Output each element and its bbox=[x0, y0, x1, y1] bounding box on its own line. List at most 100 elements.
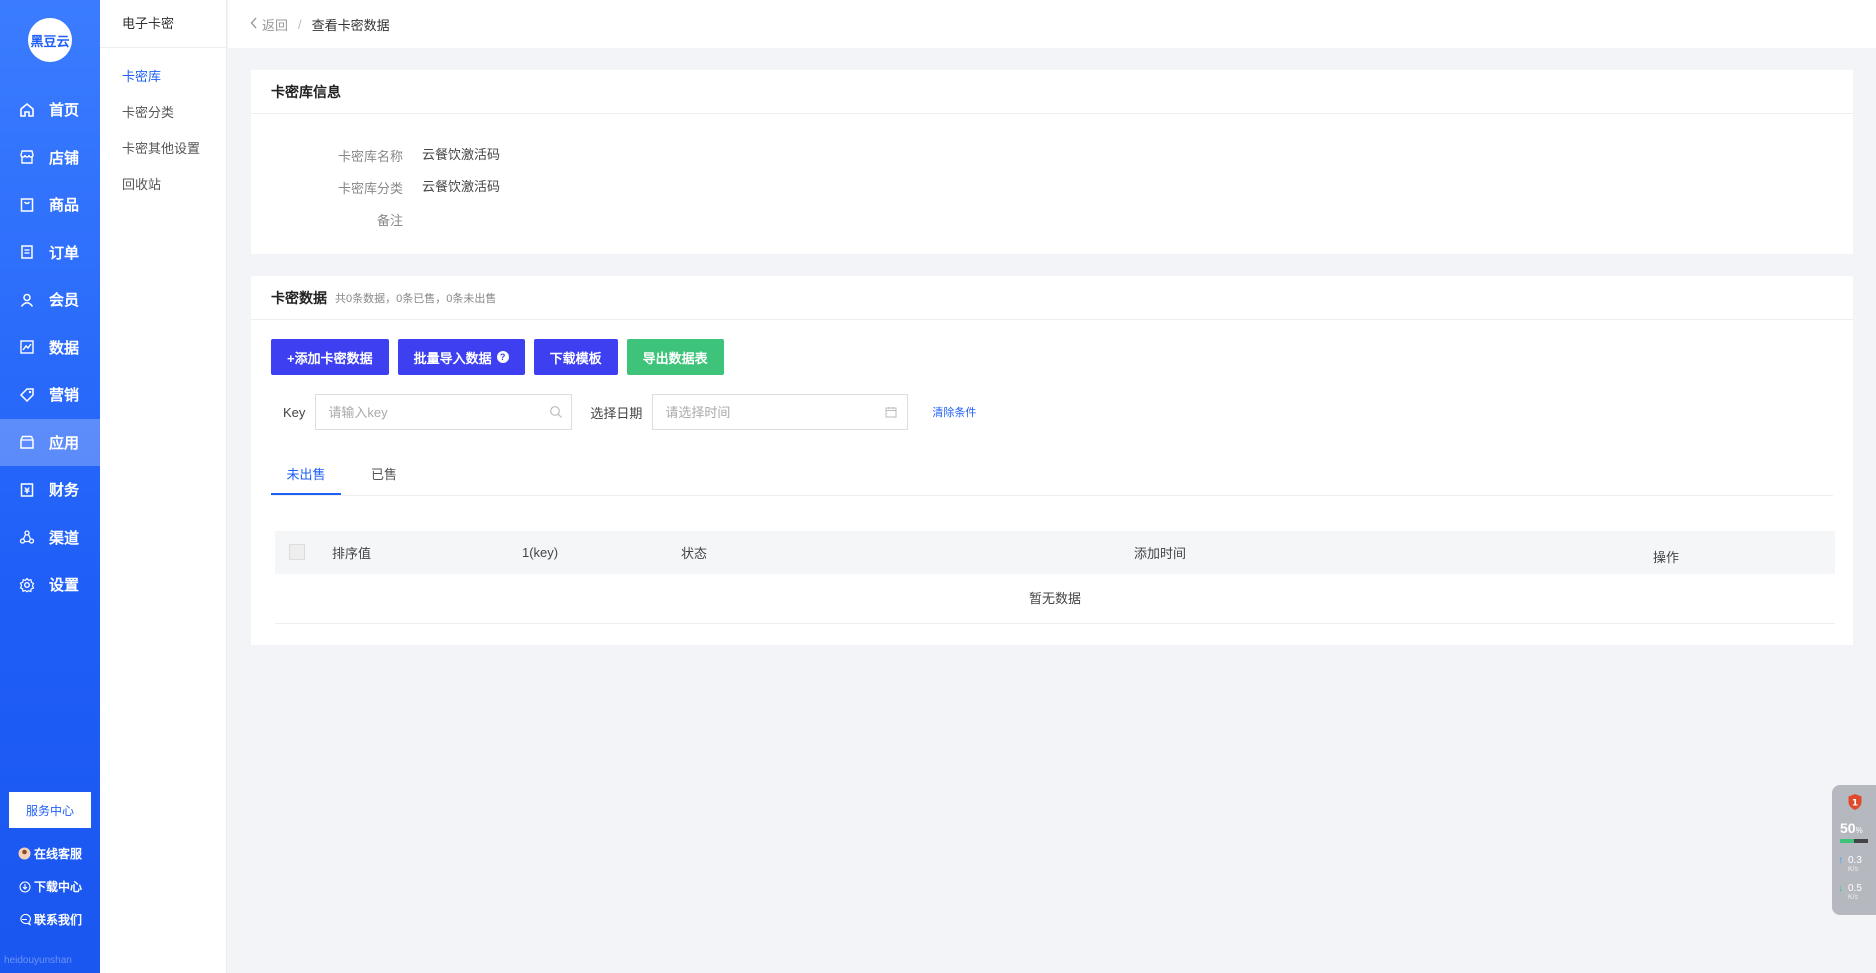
nav-label: 首页 bbox=[49, 102, 80, 120]
cpu-percent-value: 50 bbox=[1840, 820, 1856, 836]
upload-speed-unit: K/s bbox=[1848, 866, 1859, 873]
arrow-down-icon: ↓ bbox=[1838, 883, 1843, 894]
nav-label: 订单 bbox=[49, 244, 80, 262]
shield-icon: 1 bbox=[1847, 793, 1863, 811]
filter-bar: Key 选择日期 清除条件 bbox=[283, 394, 976, 430]
batch-import-label: 批量导入数据 bbox=[413, 350, 492, 366]
main-nav: 首页 店铺 商品 订单 会员 数据 营销 应用 ¥ 财务 渠道 设置 bbox=[0, 86, 100, 609]
info-label: 卡密库分类 bbox=[337, 181, 403, 196]
data-summary: 共0条数据，0条已售，0条未出售 bbox=[335, 292, 497, 305]
download-template-button[interactable]: 下载模板 bbox=[533, 339, 618, 375]
nav-item-goods[interactable]: 商品 bbox=[0, 181, 100, 229]
usage-bar-fill bbox=[1840, 839, 1854, 843]
download-center-link[interactable]: 下载中心 bbox=[18, 878, 82, 895]
nav-label: 营销 bbox=[49, 387, 80, 405]
back-link[interactable]: 返回 bbox=[250, 15, 288, 34]
usage-bar bbox=[1840, 839, 1868, 843]
subnav-item-card-library[interactable]: 卡密库 bbox=[100, 59, 226, 95]
help-icon[interactable]: ? bbox=[496, 351, 509, 363]
date-picker-field bbox=[652, 394, 909, 430]
nav-item-marketing[interactable]: 营销 bbox=[0, 371, 100, 419]
contact-us-link[interactable]: 联系我们 bbox=[18, 911, 82, 928]
nav-item-order[interactable]: 订单 bbox=[0, 229, 100, 277]
arrow-up-icon: ↑ bbox=[1838, 855, 1843, 866]
security-badge-count: 1 bbox=[1852, 799, 1858, 809]
data-card-header: 卡密数据 共0条数据，0条已售，0条未出售 bbox=[251, 276, 1853, 320]
gear-icon bbox=[18, 576, 36, 594]
upload-speed: ↑ 0.3 K/s bbox=[1838, 855, 1862, 873]
sub-nav: 电子卡密 卡密库 卡密分类 卡密其他设置 回收站 bbox=[100, 0, 227, 973]
nav-label: 店铺 bbox=[49, 149, 80, 167]
nav-label: 商品 bbox=[49, 197, 80, 215]
nav-item-channel[interactable]: 渠道 bbox=[0, 514, 100, 562]
member-icon bbox=[18, 291, 36, 309]
contact-us-label: 联系我们 bbox=[34, 913, 83, 927]
avatar-icon bbox=[18, 847, 31, 860]
date-picker-input[interactable] bbox=[653, 395, 908, 429]
card-data-card: 卡密数据 共0条数据，0条已售，0条未出售 +添加卡密数据 批量导入数据 ? 下… bbox=[251, 276, 1853, 645]
column-added-time: 添加时间 bbox=[1134, 546, 1187, 561]
info-card-title: 卡密库信息 bbox=[271, 83, 341, 100]
online-service-label: 在线客服 bbox=[34, 847, 83, 861]
breadcrumb-separator: / bbox=[298, 16, 302, 32]
order-icon bbox=[18, 243, 36, 261]
info-value: 云餐饮激活码 bbox=[422, 147, 501, 162]
info-list: 卡密库名称 云餐饮激活码 卡密库分类 云餐饮激活码 备注 bbox=[251, 114, 1853, 238]
back-label: 返回 bbox=[262, 17, 289, 33]
tab-sold[interactable]: 已售 bbox=[349, 456, 419, 495]
nav-item-store[interactable]: 店铺 bbox=[0, 134, 100, 182]
chevron-left-icon bbox=[250, 17, 258, 32]
export-table-button[interactable]: 导出数据表 bbox=[626, 339, 724, 375]
info-row: 卡密库名称 云餐饮激活码 bbox=[251, 142, 1853, 174]
nav-label: 会员 bbox=[49, 292, 80, 310]
tag-icon bbox=[18, 386, 36, 404]
nav-item-settings[interactable]: 设置 bbox=[0, 561, 100, 609]
info-value: 云餐饮激活码 bbox=[422, 179, 501, 194]
download-speed-value: 0.5 bbox=[1848, 883, 1862, 894]
info-row: 卡密库分类 云餐饮激活码 bbox=[251, 174, 1853, 206]
nav-item-finance[interactable]: ¥ 财务 bbox=[0, 466, 100, 514]
store-icon bbox=[18, 148, 36, 166]
empty-state: 暂无数据 bbox=[275, 574, 1835, 624]
brand-logo[interactable]: 黑豆云 bbox=[28, 18, 72, 62]
batch-import-button[interactable]: 批量导入数据 ? bbox=[397, 339, 525, 375]
nav-label: 数据 bbox=[49, 339, 80, 357]
network-monitor-widget[interactable]: 1 50% ↑ 0.3 K/s ↓ 0.5 K/s bbox=[1832, 785, 1876, 915]
action-buttons: +添加卡密数据 批量导入数据 ? 下载模板 导出数据表 bbox=[271, 339, 733, 375]
select-all-checkbox[interactable] bbox=[289, 544, 305, 560]
chart-icon bbox=[18, 338, 36, 356]
key-search-input[interactable] bbox=[316, 395, 572, 429]
key-filter-label: Key bbox=[283, 404, 306, 420]
column-status: 状态 bbox=[681, 546, 708, 561]
download-center-label: 下载中心 bbox=[34, 880, 83, 894]
subnav-item-recycle-bin[interactable]: 回收站 bbox=[100, 167, 226, 203]
info-label: 卡密库名称 bbox=[337, 149, 403, 164]
nav-item-data[interactable]: 数据 bbox=[0, 324, 100, 372]
data-card-title: 卡密数据 bbox=[271, 289, 327, 306]
calendar-icon[interactable] bbox=[885, 405, 899, 419]
date-filter-label: 选择日期 bbox=[590, 405, 643, 421]
subnav-item-card-category[interactable]: 卡密分类 bbox=[100, 95, 226, 131]
nav-item-app[interactable]: 应用 bbox=[0, 418, 100, 466]
nav-label: 渠道 bbox=[49, 529, 80, 547]
info-card-header: 卡密库信息 bbox=[251, 70, 1853, 114]
card-library-info-card: 卡密库信息 卡密库名称 云餐饮激活码 卡密库分类 云餐饮激活码 备注 bbox=[251, 70, 1853, 254]
info-row: 备注 bbox=[251, 206, 1853, 238]
sale-status-tabs: 未出售 已售 bbox=[271, 456, 1833, 496]
svg-text:¥: ¥ bbox=[24, 486, 30, 495]
info-label: 备注 bbox=[376, 213, 403, 228]
subnav-item-card-settings[interactable]: 卡密其他设置 bbox=[100, 131, 226, 167]
add-card-data-button[interactable]: +添加卡密数据 bbox=[271, 339, 389, 375]
online-service-link[interactable]: 在线客服 bbox=[18, 845, 82, 862]
download-speed: ↓ 0.5 K/s bbox=[1838, 883, 1862, 901]
service-center-button[interactable]: 服务中心 bbox=[9, 792, 91, 828]
nav-item-member[interactable]: 会员 bbox=[0, 276, 100, 324]
breadcrumb-current: 查看卡密数据 bbox=[311, 17, 390, 33]
nav-item-home[interactable]: 首页 bbox=[0, 86, 100, 134]
nav-label: 应用 bbox=[49, 434, 80, 452]
search-icon[interactable] bbox=[549, 405, 563, 419]
clear-filters-link[interactable]: 清除条件 bbox=[932, 404, 976, 420]
tab-unsold[interactable]: 未出售 bbox=[271, 456, 341, 495]
cpu-percent-unit: % bbox=[1855, 826, 1863, 835]
cpu-percent: 50% bbox=[1840, 820, 1863, 836]
